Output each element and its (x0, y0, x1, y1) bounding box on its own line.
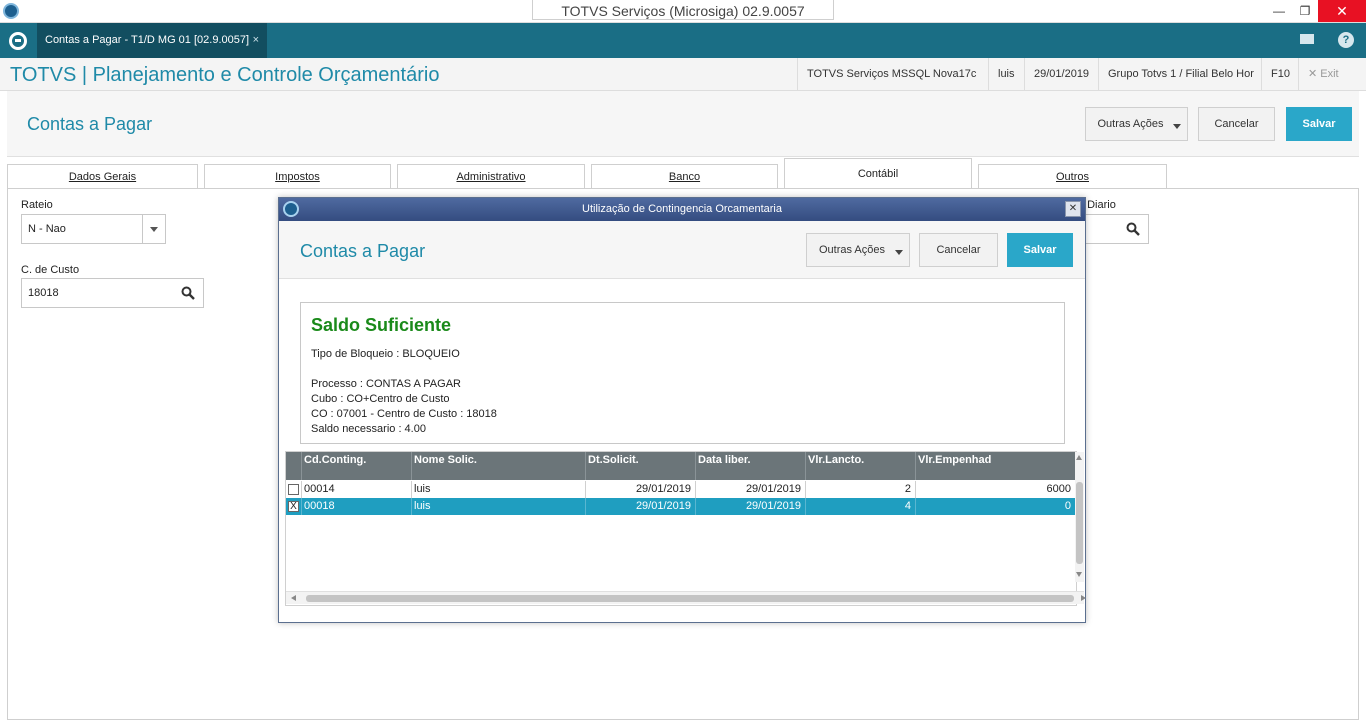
scroll-thumb[interactable] (306, 595, 1074, 602)
shortcut-info: F10 (1261, 58, 1299, 91)
window-title: TOTVS Serviços (Microsiga) 02.9.0057 (532, 0, 834, 20)
dialog-title-bar: Utilização de Contingencia Orcamentaria … (279, 198, 1085, 221)
date-info: 29/01/2019 (1024, 58, 1098, 91)
column-header[interactable]: Dt.Solicit. (585, 452, 695, 480)
page-title: Contas a Pagar (27, 114, 153, 134)
cell-nome: luis (411, 498, 585, 515)
saldo-text: Saldo necessario : 4.00 (311, 423, 426, 435)
cell-lib: 29/01/2019 (695, 481, 805, 498)
cell-nome: luis (411, 481, 585, 498)
scroll-right-icon[interactable] (1081, 595, 1086, 601)
branch-info: Grupo Totvs 1 / Filial Belo Hor (1098, 58, 1263, 91)
processo-text: Processo : CONTAS A PAGAR (311, 378, 461, 390)
dialog-title: Utilização de Contingencia Orcamentaria (582, 203, 782, 215)
cell-cd: 00018 (301, 498, 411, 515)
cubo-text: Cubo : CO+Centro de Custo (311, 393, 450, 405)
balance-message-box: Saldo Suficiente Tipo de Bloqueio : BLOQ… (300, 302, 1065, 444)
exit-button[interactable]: ✕ Exit (1298, 58, 1348, 91)
chevron-down-icon[interactable] (142, 215, 165, 243)
tab-banco[interactable]: Banco (591, 164, 778, 188)
cancel-button[interactable]: Cancelar (1198, 107, 1275, 141)
cell-lancto: 4 (805, 498, 915, 515)
search-icon[interactable] (181, 286, 195, 300)
bloqueio-text: Tipo de Bloqueio : BLOQUEIO (311, 348, 460, 360)
close-window-button[interactable]: ✕ (1318, 0, 1366, 22)
scroll-up-icon[interactable] (1076, 455, 1082, 460)
scroll-thumb[interactable] (1076, 482, 1083, 564)
help-icon[interactable]: ? (1338, 32, 1354, 48)
row-checkbox[interactable]: X (288, 501, 299, 512)
close-tab-icon[interactable]: × (253, 23, 259, 58)
dialog-page-title: Contas a Pagar (300, 241, 426, 261)
document-tab[interactable]: Contas a Pagar - T1/D MG 01 [02.9.0057] … (37, 23, 267, 58)
page-header: Contas a Pagar Outras Ações Cancelar Sal… (7, 91, 1359, 157)
table-row[interactable]: 00014 luis 29/01/2019 29/01/2019 2 6000 (286, 481, 1075, 498)
dialog-save-button[interactable]: Salvar (1007, 233, 1073, 267)
diario-label: . Diario (1081, 199, 1116, 211)
document-tab-label: Contas a Pagar - T1/D MG 01 [02.9.0057] (45, 34, 250, 46)
custo-input[interactable]: 18018 (21, 278, 204, 308)
diario-input[interactable] (1078, 214, 1149, 244)
cell-cd: 00014 (301, 481, 411, 498)
more-actions-button[interactable]: Outras Ações (1085, 107, 1188, 141)
rateio-value: N - Nao (28, 223, 66, 235)
table-row[interactable]: X 00018 luis 29/01/2019 29/01/2019 4 0 (286, 498, 1075, 515)
app-header: TOTVS | Planejamento e Controle Orçament… (0, 58, 1366, 91)
search-icon[interactable] (1126, 222, 1140, 236)
server-info: TOTVS Serviços MSSQL Nova17c (797, 58, 985, 91)
exit-label: Exit (1320, 68, 1339, 80)
app-tab-bar: Contas a Pagar - T1/D MG 01 [02.9.0057] … (0, 23, 1366, 58)
totvs-logo-icon[interactable] (9, 32, 27, 50)
rateio-select[interactable]: N - Nao (21, 214, 166, 244)
chevron-down-icon (1173, 124, 1181, 129)
scroll-left-icon[interactable] (291, 595, 296, 601)
tab-outros[interactable]: Outros (978, 164, 1167, 188)
tab-dados-gerais[interactable]: Dados Gerais (7, 164, 198, 188)
cell-lancto: 2 (805, 481, 915, 498)
cell-dt: 29/01/2019 (585, 481, 695, 498)
user-info: luis (988, 58, 1024, 91)
vertical-scrollbar[interactable] (1075, 452, 1084, 582)
exit-icon: ✕ (1308, 68, 1321, 80)
grid-header: Cd.Conting. Nome Solic. Dt.Solicit. Data… (286, 452, 1075, 480)
co-text: CO : 07001 - Centro de Custo : 18018 (311, 408, 497, 420)
contingency-dialog: Utilização de Contingencia Orcamentaria … (278, 197, 1086, 623)
tab-contabil[interactable]: Contábil (784, 158, 972, 189)
chevron-down-icon (895, 250, 903, 255)
dialog-cancel-button[interactable]: Cancelar (919, 233, 998, 267)
balance-status: Saldo Suficiente (311, 315, 452, 335)
custo-value: 18018 (28, 287, 59, 299)
cell-lib: 29/01/2019 (695, 498, 805, 515)
cell-empenhad: 6000 (915, 481, 1075, 498)
more-actions-label: Outras Ações (1097, 118, 1164, 130)
cell-dt: 29/01/2019 (585, 498, 695, 515)
tab-administrativo[interactable]: Administrativo (397, 164, 585, 188)
app-icon (283, 201, 299, 217)
window-title-bar: TOTVS Serviços (Microsiga) 02.9.0057 — ❐… (0, 0, 1366, 23)
tab-impostos[interactable]: Impostos (204, 164, 391, 188)
column-header[interactable]: Vlr.Lancto. (805, 452, 915, 480)
rateio-label: Rateio (21, 199, 53, 211)
column-header[interactable]: Nome Solic. (411, 452, 585, 480)
maximize-button[interactable]: ❐ (1292, 0, 1318, 22)
dialog-more-actions-label: Outras Ações (818, 244, 886, 256)
close-icon[interactable]: ✕ (1065, 201, 1081, 217)
cell-empenhad: 0 (915, 498, 1075, 515)
app-brand: TOTVS | Planejamento e Controle Orçament… (10, 64, 440, 86)
dialog-more-actions-button[interactable]: Outras Ações (806, 233, 910, 267)
row-checkbox[interactable] (288, 484, 299, 495)
scroll-down-icon[interactable] (1076, 572, 1082, 577)
save-button[interactable]: Salvar (1286, 107, 1352, 141)
horizontal-scrollbar[interactable] (286, 591, 1086, 604)
contingency-grid: Cd.Conting. Nome Solic. Dt.Solicit. Data… (285, 451, 1086, 606)
mail-icon[interactable] (1300, 34, 1314, 44)
custo-label: C. de Custo (21, 264, 80, 276)
column-header[interactable]: Vlr.Empenhad (915, 452, 1075, 480)
column-header[interactable]: Data liber. (695, 452, 805, 480)
column-header[interactable]: Cd.Conting. (301, 452, 411, 480)
dialog-header: Contas a Pagar Outras Ações Cancelar Sal… (279, 221, 1085, 279)
minimize-button[interactable]: — (1266, 0, 1292, 22)
